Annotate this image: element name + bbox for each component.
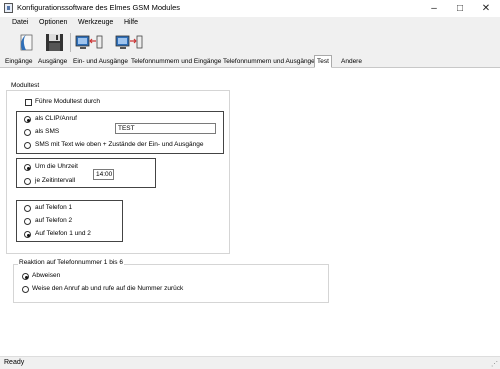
upload-to-module-icon[interactable] xyxy=(75,32,103,53)
tab-bar: Eingänge Ausgänge Ein- und Ausgänge Tele… xyxy=(0,55,500,68)
radio-sms-mit-text[interactable] xyxy=(24,142,31,149)
tab-ausgaenge[interactable]: Ausgänge xyxy=(36,57,69,68)
reaktion-legend: Reaktion auf Telefonnummer 1 bis 6 xyxy=(18,259,124,266)
radio-sms-label: als SMS xyxy=(35,128,60,135)
maximize-button[interactable]: □ xyxy=(448,0,472,17)
window-title-bar: Konfigurationssoftware des Elmes GSM Mod… xyxy=(0,0,500,17)
status-text: Ready xyxy=(4,359,25,366)
window-title: Konfigurationssoftware des Elmes GSM Mod… xyxy=(17,3,180,12)
download-from-module-icon[interactable] xyxy=(115,32,143,53)
tab-telefonnummern-eingaenge[interactable]: Telefonnummern und Eingänge xyxy=(129,57,223,68)
radio-telefon-2-label: auf Telefon 2 xyxy=(35,217,73,224)
toolbar xyxy=(0,30,500,55)
radio-clip-anruf-label: als CLIP/Anruf xyxy=(35,115,77,122)
radio-telefon-1[interactable] xyxy=(24,205,31,212)
menu-hilfe[interactable]: Hilfe xyxy=(124,19,138,26)
radio-abweisen-label: Abweisen xyxy=(32,272,61,279)
tab-eingaenge[interactable]: Eingänge xyxy=(3,57,34,68)
tab-test[interactable]: Test xyxy=(314,55,332,68)
radio-telefon-1-und-2[interactable] xyxy=(24,231,31,238)
tab-andere[interactable]: Andere xyxy=(339,57,364,68)
app-icon xyxy=(4,3,13,13)
radio-uhrzeit[interactable] xyxy=(24,164,31,171)
radio-telefon-1-und-2-label: Auf Telefon 1 und 2 xyxy=(35,230,91,237)
save-icon[interactable] xyxy=(44,32,66,53)
time-input[interactable]: 14:00 xyxy=(93,169,114,180)
radio-zeitintervall[interactable] xyxy=(24,178,31,185)
radio-telefon-2[interactable] xyxy=(24,218,31,225)
modultest-legend: Modultest xyxy=(10,82,41,89)
open-file-icon[interactable] xyxy=(15,32,37,53)
radio-zeitintervall-label: je Zeitintervall xyxy=(35,177,76,184)
resize-grip-icon[interactable]: ⋰ xyxy=(491,360,498,368)
modultest-checkbox-label: Führe Modultest durch xyxy=(35,98,101,105)
tab-content-test: Modultest Führe Modultest durch als CLIP… xyxy=(0,68,500,356)
menu-bar: Datei Optionen Werkzeuge Hilfe xyxy=(0,17,500,30)
status-bar: Ready ⋰ xyxy=(0,356,500,369)
menu-werkzeuge[interactable]: Werkzeuge xyxy=(78,19,113,26)
menu-datei[interactable]: Datei xyxy=(12,19,28,26)
tab-telefonnummern-ausgaenge[interactable]: Telefonnummern und Ausgänge xyxy=(221,57,317,68)
sms-text-input[interactable]: TEST xyxy=(115,123,216,134)
radio-sms-mit-text-label: SMS mit Text wie oben + Zustände der Ein… xyxy=(35,141,204,148)
close-button[interactable]: ✕ xyxy=(474,0,498,17)
reaktion-group xyxy=(13,264,329,303)
radio-telefon-1-label: auf Telefon 1 xyxy=(35,204,73,211)
modultest-checkbox[interactable] xyxy=(25,99,32,106)
tab-ein-und-ausgaenge[interactable]: Ein- und Ausgänge xyxy=(71,57,130,68)
radio-uhrzeit-label: Um die Uhrzeit xyxy=(35,163,78,170)
menu-optionen[interactable]: Optionen xyxy=(39,19,67,26)
radio-rueckruf-label: Weise den Anruf ab und rufe auf die Numm… xyxy=(32,285,184,292)
radio-abweisen[interactable] xyxy=(22,273,29,280)
radio-sms[interactable] xyxy=(24,129,31,136)
toolbar-separator xyxy=(70,33,71,52)
minimize-button[interactable]: – xyxy=(422,0,446,17)
radio-rueckruf[interactable] xyxy=(22,286,29,293)
radio-clip-anruf[interactable] xyxy=(24,116,31,123)
